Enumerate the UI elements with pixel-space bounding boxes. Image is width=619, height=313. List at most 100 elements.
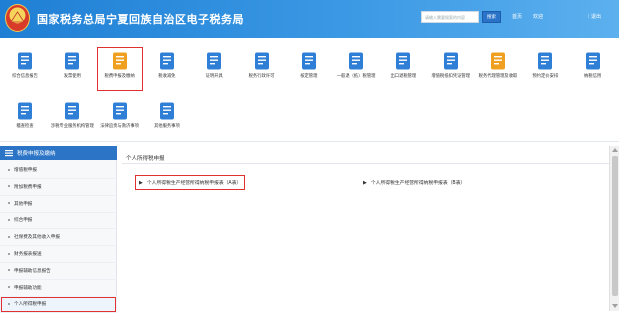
toolbar-tile-label: 税收减免: [158, 74, 176, 79]
form-link-a[interactable]: ▶ 个人所得税生产经营所得纳税申报表（A表）: [134, 175, 246, 190]
toolbar-tile[interactable]: 法律追责与救济事项: [98, 98, 142, 140]
sidebar-item[interactable]: 财务报表报送: [0, 246, 117, 263]
toolbar-tile-label: 纳税信用: [584, 74, 602, 79]
sidebar-item[interactable]: 申报辅助信息报告: [0, 263, 117, 280]
vat-voucher-icon: [441, 51, 461, 71]
toolbar-tile-label: 出口退税管理: [390, 74, 417, 79]
credit-icon: [583, 51, 603, 71]
toolbar-tile[interactable]: 纳税信用: [571, 48, 615, 90]
triangle-right-icon: ▶: [363, 180, 367, 186]
toolbar-tile[interactable]: 增值税抵扣凭证管理: [429, 48, 473, 90]
sidebar-item-label: 增值税申报: [14, 168, 37, 173]
form-link-label: 个人所得税生产经营所得纳税申报表（A表）: [146, 181, 242, 186]
toolbar-tile-label: 税费申报及缴纳: [104, 74, 135, 79]
document-icon: [15, 51, 35, 71]
sidebar-item-label: 申报辅助信息报告: [14, 268, 51, 274]
scroll-thumb[interactable]: [612, 156, 618, 296]
toolbar-tile-label: 发票使用: [63, 74, 81, 79]
welcome-text: 欢迎: [533, 14, 544, 20]
handshake-icon: [157, 101, 177, 121]
bullet-icon: [8, 202, 10, 205]
site-title: 国家税务总局宁夏回族自治区电子税务局: [37, 13, 244, 26]
toolbar-tile-label: 综合信息报告: [12, 74, 38, 79]
function-toolbar: 综合信息报告 发票使用 税费申报及缴纳 税收减免 证明开具 税务行政许可 核定管理 一般退（抵…: [0, 38, 619, 142]
tax-emblem-icon: [5, 4, 30, 32]
bullet-icon: [8, 168, 10, 171]
toolbar-tile[interactable]: 发票使用: [50, 48, 94, 90]
invoice-icon: [62, 51, 82, 71]
toolbar-tile[interactable]: 税收减免: [145, 48, 189, 90]
toolbar-tile-label: 一般退（抵）税管理: [336, 74, 376, 79]
toolbar-tile[interactable]: 出口退税管理: [381, 48, 425, 90]
assessment-icon: [299, 51, 319, 71]
sidebar-item-label: 附加税费申报: [14, 184, 42, 190]
content-title: 个人所得税申报: [126, 156, 165, 162]
toolbar-tile[interactable]: 一般退（抵）税管理: [334, 48, 378, 90]
scrollbar[interactable]: [609, 146, 619, 311]
sidebar-item[interactable]: 增值税申报: [0, 162, 117, 179]
agency-org-icon: [62, 101, 82, 121]
sidebar-item[interactable]: 其他申报: [0, 196, 117, 213]
toolbar-tile[interactable]: 其他服务事项: [145, 98, 189, 140]
export-refund-icon: [393, 51, 413, 71]
toolbar-tile[interactable]: 涉税专业服务机构管理: [50, 98, 94, 140]
sidebar-item-label: 综合申报: [14, 218, 33, 224]
toolbar-tile-label: 稽查检查: [16, 124, 34, 129]
sidebar-item-label: 其他申报: [14, 201, 33, 207]
sidebar-header-label: 税费申报及缴纳: [17, 151, 56, 157]
permit-icon: [252, 51, 272, 71]
toolbar-tile[interactable]: 税费申报及缴纳: [96, 47, 143, 91]
sidebar-item[interactable]: 综合申报: [0, 212, 117, 230]
toolbar-tile-label: 预约定价安排: [532, 74, 559, 79]
toolbar-tile-label: 证明开具: [205, 74, 223, 79]
sidebar-item-label: 个人所得税申报: [14, 302, 47, 308]
bullet-icon: [8, 218, 10, 221]
toolbar-tile[interactable]: 证明开具: [192, 48, 236, 90]
toolbar-tile[interactable]: 核定管理: [287, 48, 331, 90]
bullet-icon: [8, 286, 10, 289]
toolbar-tile[interactable]: 税务代理管理及收取: [476, 48, 520, 90]
sidebar-item[interactable]: 附加税费申报: [0, 179, 117, 196]
sidebar-item[interactable]: 社保费及其他收入申报: [0, 229, 117, 247]
toolbar-tile-label: 其他服务事项: [154, 124, 180, 129]
sidebar-item-label: 社保费及其他收入申报: [14, 235, 60, 241]
sidebar-item-label: 申报辅助功能: [14, 285, 42, 291]
menu-icon: [5, 150, 13, 157]
certificate-icon: [204, 51, 224, 71]
search-button[interactable]: 搜索: [482, 11, 501, 23]
toolbar-tile[interactable]: 稽查检查: [3, 98, 47, 140]
toolbar-tile-label: 涉税专业服务机构管理: [50, 124, 94, 129]
inspection-icon: [15, 101, 35, 121]
bullet-icon: [8, 269, 10, 272]
sidebar-header[interactable]: 税费申报及缴纳: [0, 146, 117, 160]
header-banner: 国家税务总局宁夏回族自治区电子税务局 请输入需要搜索的内容 搜索 首页 欢迎 ｜…: [0, 0, 619, 38]
toolbar-tile-label: 法律追责与救济事项: [100, 124, 139, 129]
toolbar-tile[interactable]: 税务行政许可: [240, 48, 284, 90]
toolbar-tile-label: 核定管理: [300, 74, 318, 79]
scroll-up-icon[interactable]: [612, 148, 618, 152]
home-link[interactable]: 首页: [512, 13, 522, 20]
toolbar-tile-label: 增值税抵扣凭证管理: [431, 74, 471, 79]
tax-reduction-icon: [157, 51, 177, 71]
bullet-icon: [8, 252, 10, 255]
sidebar: 税费申报及缴纳 增值税申报附加税费申报 其他申报综合申报社保费及其他收入申报 财务报…: [0, 146, 117, 313]
agency-icon: [488, 51, 508, 71]
sidebar-item-label: 财务报表报送: [14, 252, 42, 257]
bullet-icon: [8, 235, 10, 238]
form-link-label: 个人所得税生产经营所得纳税申报表（B表）: [370, 181, 466, 186]
search-input[interactable]: 请输入需要搜索的内容: [421, 11, 479, 23]
pricing-icon: [535, 51, 555, 71]
legal-icon: [110, 101, 130, 121]
bullet-icon: [8, 185, 10, 188]
toolbar-tile[interactable]: 预约定价安排: [523, 48, 567, 90]
bullet-icon: [8, 302, 10, 305]
divider: [122, 163, 610, 164]
scroll-down-icon[interactable]: [612, 304, 618, 308]
form-link-b[interactable]: ▶ 个人所得税生产经营所得纳税申报表（B表）: [363, 179, 465, 186]
toolbar-tile[interactable]: 综合信息报告: [3, 48, 47, 90]
sidebar-item[interactable]: 申报辅助功能: [0, 280, 117, 297]
logout-link[interactable]: ｜退出: [586, 13, 601, 20]
toolbar-tile-label: 税务代理管理及收取: [478, 74, 518, 79]
refund-icon: [346, 51, 366, 71]
toolbar-tile-label: 税务行政许可: [248, 74, 275, 79]
